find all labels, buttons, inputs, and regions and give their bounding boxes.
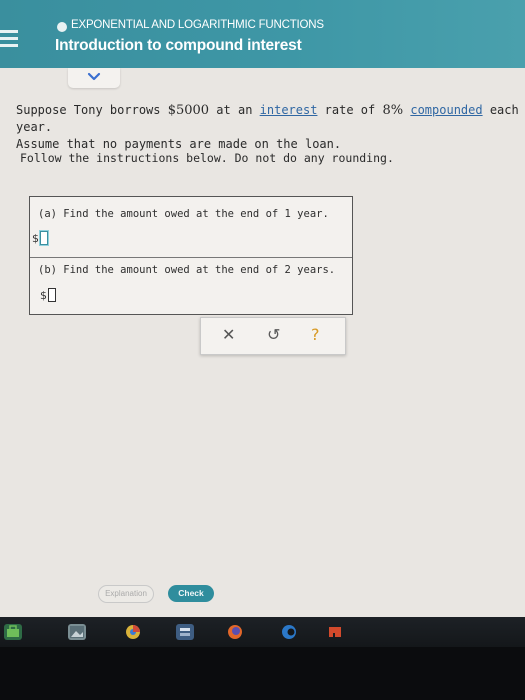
problem-text: at an xyxy=(209,103,260,117)
page-title: Introduction to compound interest xyxy=(55,37,302,54)
check-button[interactable]: Check xyxy=(168,585,214,602)
instructions: Follow the instructions below. Do not do… xyxy=(20,151,394,165)
answer-toolbar: ✕ ↺ ? xyxy=(200,317,346,355)
photos-icon[interactable] xyxy=(68,624,86,640)
questions-table: (a) Find the amount owed at the end of 1… xyxy=(29,196,353,315)
question-b-text: (b) Find the amount owed at the end of 2… xyxy=(38,264,336,276)
edge-icon[interactable] xyxy=(280,624,298,640)
problem-text: Suppose Tony borrows xyxy=(16,103,168,117)
chrome-icon[interactable] xyxy=(124,624,142,640)
dollar-sign: $ xyxy=(32,232,39,245)
app-header: EXPONENTIAL AND LOGARITHMIC FUNCTIONS In… xyxy=(0,0,525,68)
question-a-text: (a) Find the amount owed at the end of 1… xyxy=(38,208,329,220)
interest-link[interactable]: interest xyxy=(260,103,318,117)
problem-statement: Suppose Tony borrows $5000 at an interes… xyxy=(16,102,522,153)
chevron-down-icon xyxy=(87,72,101,81)
question-a-row xyxy=(30,197,352,258)
office-icon[interactable] xyxy=(326,624,344,640)
dollar-sign: $ xyxy=(40,289,47,302)
help-icon[interactable]: ? xyxy=(311,326,320,344)
answer-a-field[interactable]: $ xyxy=(32,231,48,245)
footer-actions: Explanation Check xyxy=(0,585,525,603)
calculator-icon[interactable] xyxy=(176,624,194,640)
compounded-link[interactable]: compounded xyxy=(410,103,482,117)
interest-rate: 8% xyxy=(382,103,404,118)
firefox-icon[interactable] xyxy=(226,624,244,640)
loan-amount: $5000 xyxy=(167,103,210,118)
topic-status-dot xyxy=(57,22,67,32)
store-icon[interactable] xyxy=(4,624,22,640)
clear-icon[interactable]: ✕ xyxy=(222,326,235,344)
problem-line-1: Suppose Tony borrows $5000 at an interes… xyxy=(16,102,522,136)
answer-a-input[interactable] xyxy=(40,231,48,245)
undo-icon[interactable]: ↺ xyxy=(267,326,280,344)
menu-icon[interactable] xyxy=(0,30,18,50)
collapse-toggle[interactable] xyxy=(68,68,120,88)
topic-label: EXPONENTIAL AND LOGARITHMIC FUNCTIONS xyxy=(71,19,324,31)
problem-text: rate of xyxy=(317,103,383,117)
answer-b-input[interactable] xyxy=(48,288,56,302)
explanation-button[interactable]: Explanation xyxy=(98,585,154,603)
answer-b-field[interactable]: $ xyxy=(40,288,56,302)
